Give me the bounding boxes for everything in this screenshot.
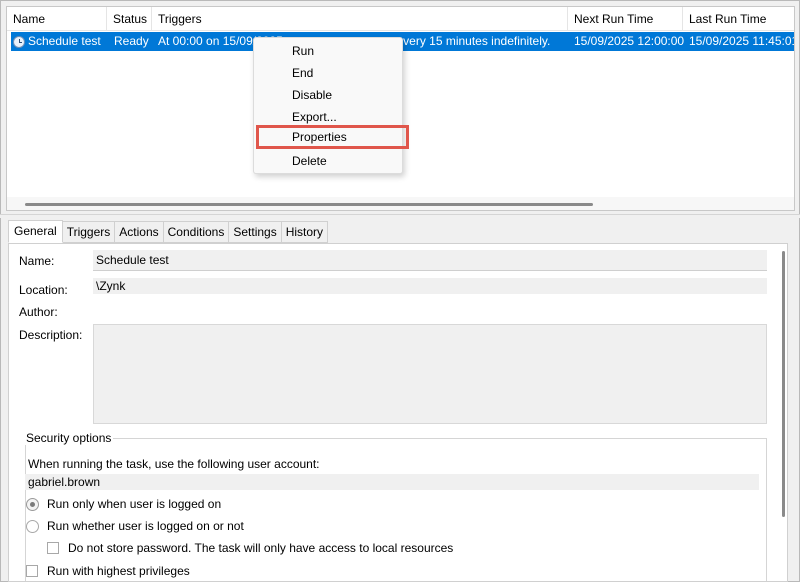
- radio-run-whether-label: Run whether user is logged on or not: [47, 519, 244, 533]
- tab-history[interactable]: History: [281, 221, 329, 243]
- name-label: Name:: [19, 254, 55, 268]
- do-not-store-password-label: Do not store password. The task will onl…: [68, 541, 454, 555]
- checkbox-do-not-store-password[interactable]: Do not store password. The task will onl…: [47, 541, 453, 555]
- task-last-run: 15/09/2025 11:45:01: [689, 34, 795, 48]
- column-name[interactable]: Name: [7, 7, 107, 31]
- task-status: Ready: [114, 34, 149, 48]
- author-label: Author:: [19, 305, 58, 319]
- radio-unchecked-icon[interactable]: [26, 519, 39, 533]
- description-field[interactable]: [93, 324, 767, 424]
- general-panel: Name: Schedule test Location: \Zynk Auth…: [8, 243, 788, 582]
- radio-run-whether-logged-on[interactable]: Run whether user is logged on or not: [26, 519, 244, 533]
- location-field[interactable]: \Zynk: [93, 278, 767, 294]
- radio-run-when-logged-on[interactable]: Run only when user is logged on: [26, 497, 221, 511]
- vertical-scrollbar-thumb[interactable]: [782, 251, 785, 517]
- checkbox-icon[interactable]: [47, 542, 59, 554]
- task-name-cell: Schedule test: [11, 32, 107, 51]
- column-triggers[interactable]: Triggers: [152, 7, 568, 31]
- menu-item-export[interactable]: Export...: [255, 106, 401, 128]
- task-next-run: 15/09/2025 12:00:00: [574, 34, 684, 48]
- author-field[interactable]: [93, 302, 767, 320]
- radio-run-when-logged-on-label: Run only when user is logged on: [47, 497, 222, 511]
- column-header: Name Status Triggers Next Run Time Last …: [7, 7, 794, 31]
- highest-privileges-label: Run with highest privileges: [47, 564, 190, 578]
- pane-splitter[interactable]: [0, 214, 800, 218]
- tab-settings[interactable]: Settings: [229, 221, 282, 243]
- menu-item-disable[interactable]: Disable: [255, 84, 401, 106]
- task-clock-icon: [13, 35, 25, 48]
- detail-tabs: General Triggers Actions Conditions Sett…: [8, 220, 329, 243]
- tab-general[interactable]: General: [8, 220, 63, 243]
- task-name: Schedule test: [28, 34, 101, 48]
- user-account-field[interactable]: gabriel.brown: [25, 474, 759, 490]
- task-row[interactable]: Schedule test Ready At 00:00 on 15/09/20…: [11, 32, 795, 51]
- menu-item-end[interactable]: End: [255, 62, 401, 84]
- radio-checked-icon[interactable]: [26, 497, 39, 511]
- column-next-run-time[interactable]: Next Run Time: [568, 7, 683, 31]
- description-label: Description:: [19, 328, 83, 342]
- horizontal-scrollbar-thumb[interactable]: [25, 203, 593, 206]
- column-status[interactable]: Status: [107, 7, 152, 31]
- tab-conditions[interactable]: Conditions: [163, 221, 230, 243]
- location-label: Location:: [19, 283, 68, 297]
- tab-triggers[interactable]: Triggers: [62, 221, 116, 243]
- context-menu: Run End Disable Export... Properties Del…: [253, 37, 409, 174]
- security-options-title: Security options: [24, 431, 114, 445]
- name-field[interactable]: Schedule test: [93, 250, 767, 271]
- task-triggers-end: every 15 minutes indefinitely.: [396, 34, 551, 48]
- checkbox-highest-privileges[interactable]: Run with highest privileges: [26, 564, 190, 578]
- column-last-run-time[interactable]: Last Run Time: [683, 7, 794, 31]
- checkbox-icon[interactable]: [26, 565, 38, 577]
- menu-item-run[interactable]: Run: [255, 40, 401, 62]
- tab-actions[interactable]: Actions: [115, 221, 164, 243]
- menu-item-properties[interactable]: Properties: [256, 125, 409, 149]
- menu-item-delete[interactable]: Delete: [255, 150, 401, 172]
- account-prompt: When running the task, use the following…: [28, 457, 320, 471]
